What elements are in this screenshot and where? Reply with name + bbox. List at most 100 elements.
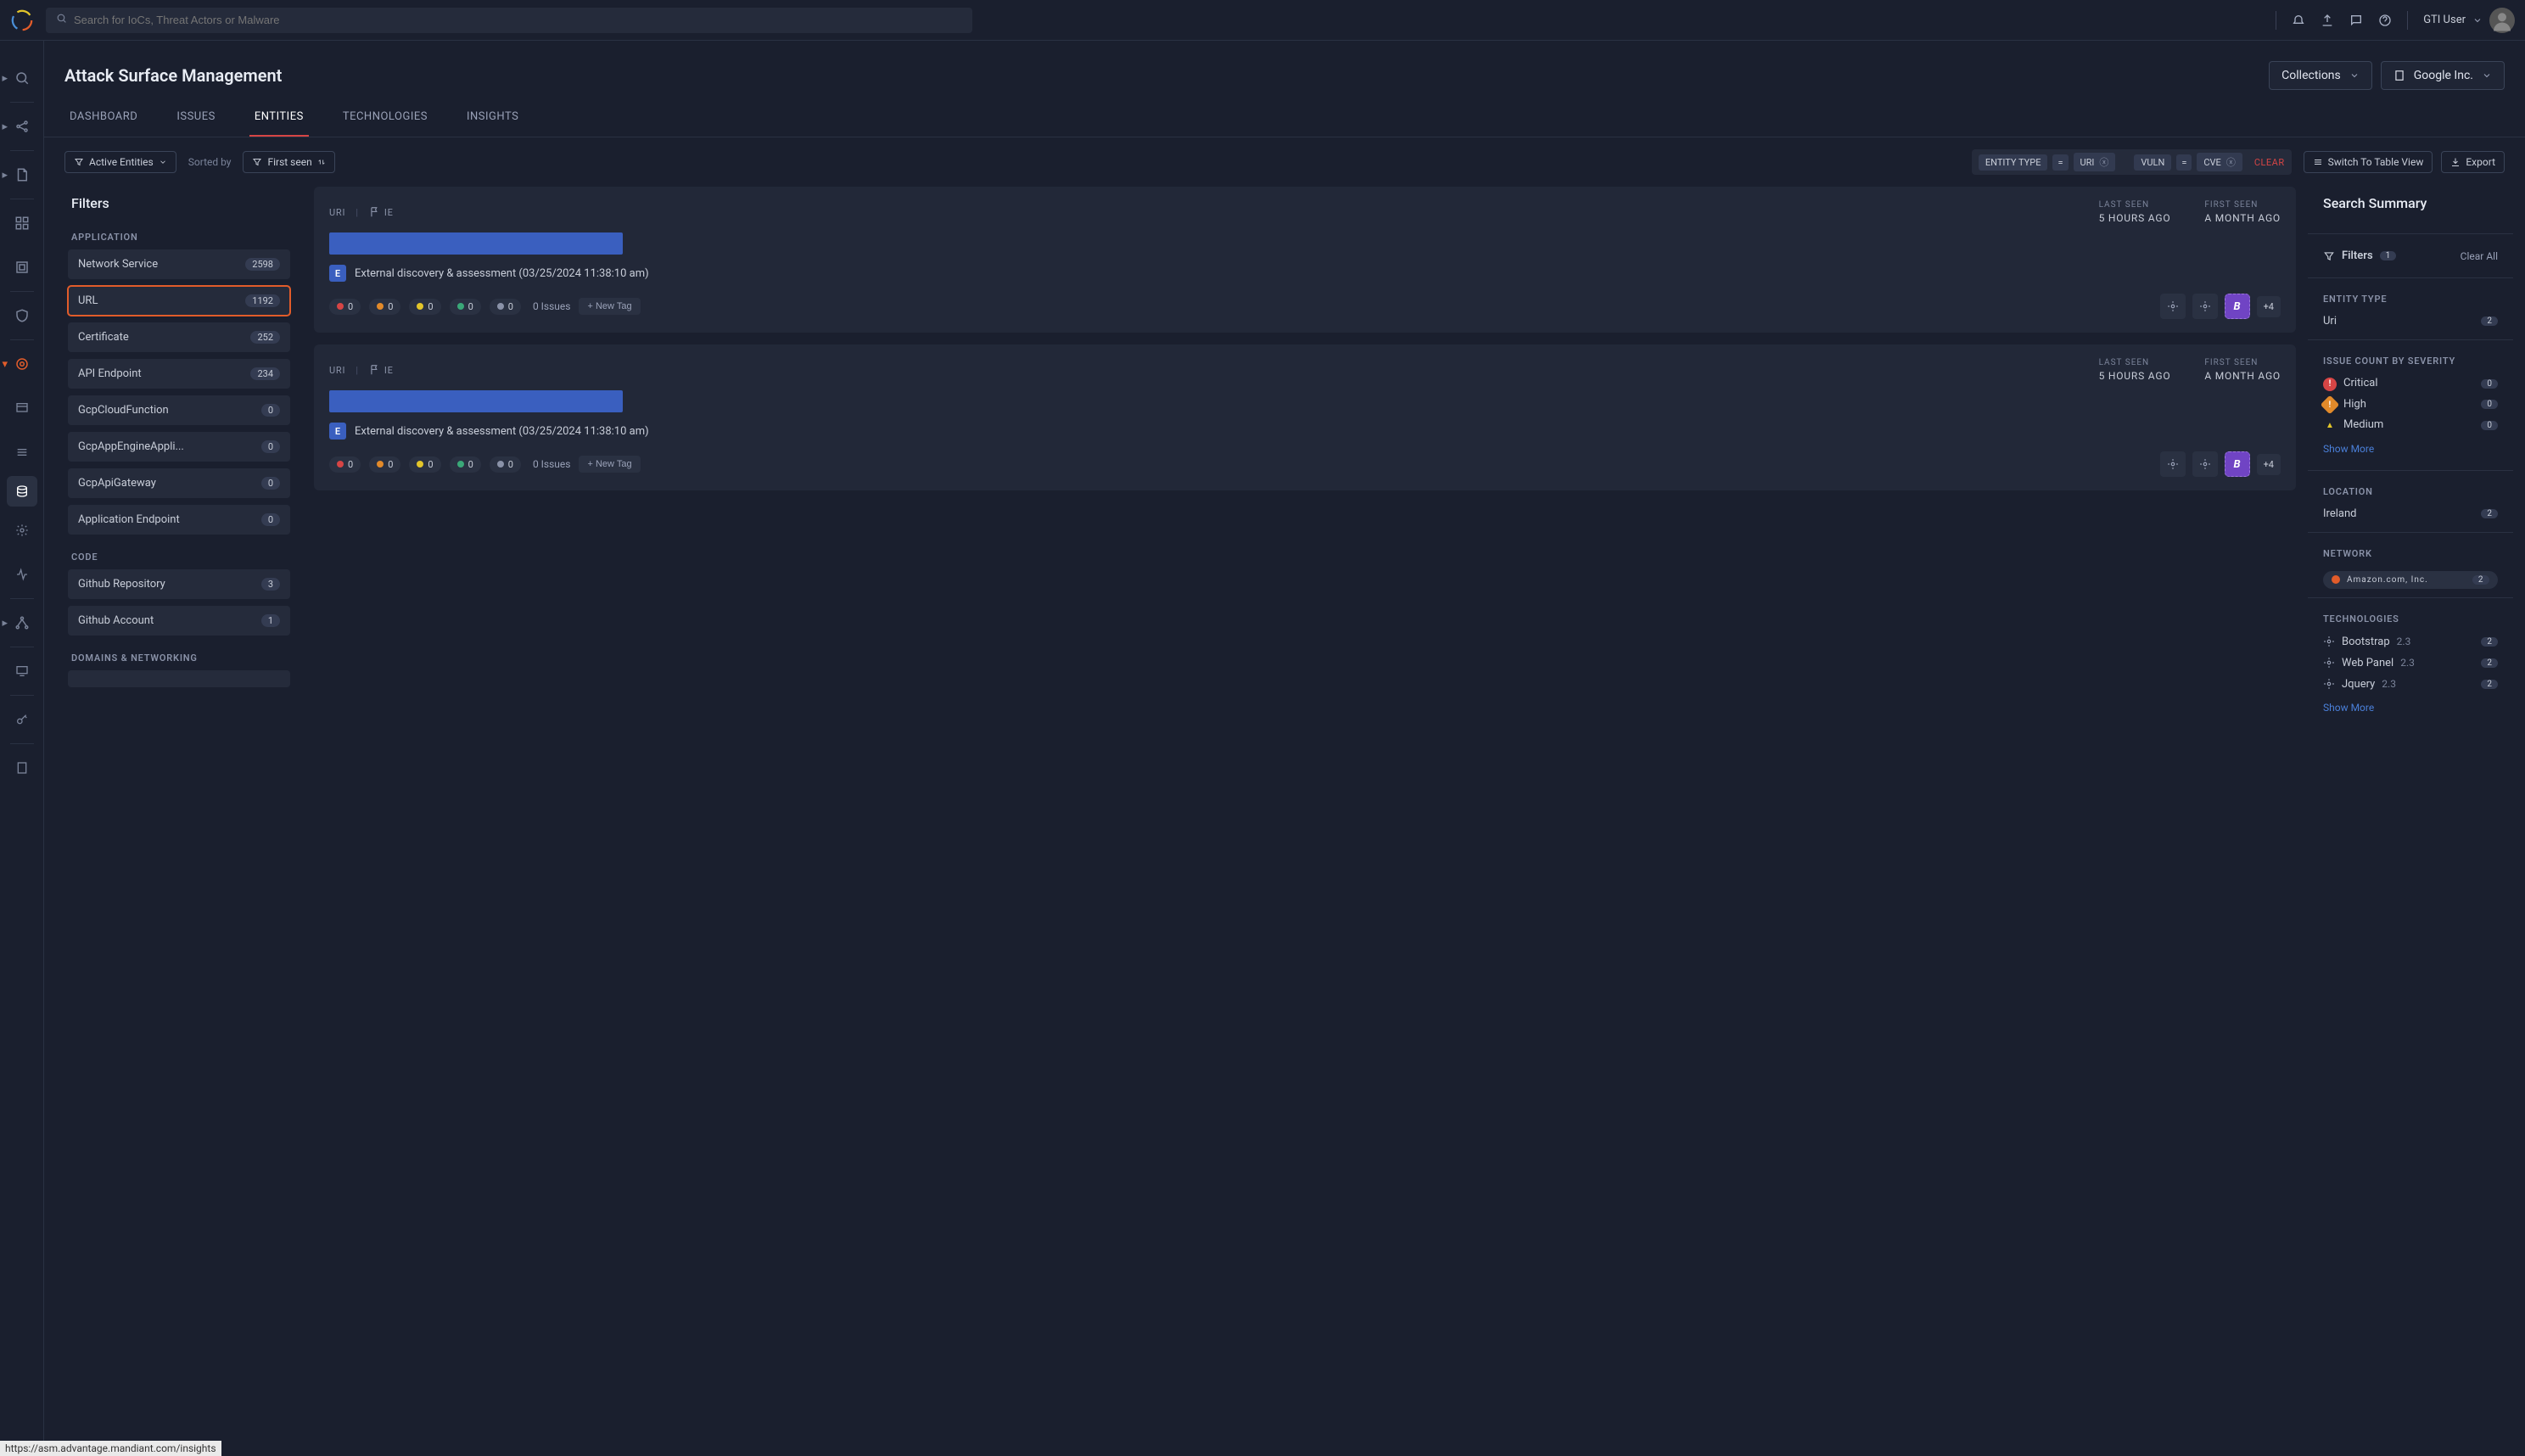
search-input[interactable] bbox=[74, 14, 962, 26]
chip-eq: = bbox=[2176, 154, 2192, 171]
global-search[interactable] bbox=[46, 8, 972, 33]
new-tag-button[interactable]: + New Tag bbox=[579, 298, 640, 315]
rail-item-database[interactable] bbox=[7, 476, 37, 507]
filter-network-service[interactable]: Network Service 2598 bbox=[68, 249, 290, 279]
filter-domains-item[interactable] bbox=[68, 670, 290, 687]
switch-table-view-button[interactable]: Switch To Table View bbox=[2304, 151, 2433, 173]
rail-item-layers[interactable] bbox=[0, 245, 44, 289]
tab-technologies[interactable]: TECHNOLOGIES bbox=[338, 98, 433, 137]
upload-icon[interactable] bbox=[2321, 14, 2334, 27]
filter-gcp-api-gateway[interactable]: GcpApiGateway 0 bbox=[68, 468, 290, 498]
gear-icon bbox=[2323, 657, 2335, 669]
filter-label: GcpApiGateway bbox=[78, 477, 156, 490]
filter-icon bbox=[2323, 250, 2335, 262]
rail-item-docs[interactable]: ▸ bbox=[0, 153, 44, 197]
tech-jquery[interactable]: Jquery 2.3 2 bbox=[2308, 674, 2513, 695]
tech-icon-1[interactable] bbox=[2160, 294, 2186, 319]
filter-label: Github Account bbox=[78, 614, 154, 627]
tech-icon-2[interactable] bbox=[2192, 294, 2218, 319]
rail-item-network[interactable]: ▸ bbox=[0, 601, 44, 645]
page-title: Attack Surface Management bbox=[64, 65, 282, 86]
severity-low: 0 bbox=[450, 456, 481, 473]
notifications-icon[interactable] bbox=[2292, 14, 2305, 27]
bootstrap-badge[interactable]: B bbox=[2225, 294, 2250, 319]
rail-divider bbox=[10, 598, 34, 599]
comment-icon[interactable] bbox=[2349, 14, 2363, 27]
result-card[interactable]: URI | IE LAST SEEN 5 HOURS AGO FIRST SEE… bbox=[314, 187, 2296, 333]
rail-item-list[interactable] bbox=[0, 430, 44, 474]
chip-cve[interactable]: CVEⓧ bbox=[2197, 153, 2242, 171]
collections-label: Collections bbox=[2281, 69, 2341, 82]
medium-icon: ▲ bbox=[2323, 419, 2337, 433]
filter-url[interactable]: URL 1192 bbox=[68, 286, 290, 316]
result-card[interactable]: URI | IE LAST SEEN 5 HOURS AGO FIRST SEE… bbox=[314, 344, 2296, 490]
filter-certificate[interactable]: Certificate 252 bbox=[68, 322, 290, 352]
filter-gcp-cloud-function[interactable]: GcpCloudFunction 0 bbox=[68, 395, 290, 425]
tab-issues[interactable]: ISSUES bbox=[171, 98, 221, 137]
caret-right-icon: ▸ bbox=[3, 72, 8, 85]
org-dropdown[interactable]: Google Inc. bbox=[2381, 61, 2505, 90]
severity-high-row[interactable]: !High 0 bbox=[2308, 395, 2513, 416]
rail-item-search[interactable]: ▸ bbox=[0, 56, 44, 100]
tab-dashboard[interactable]: DASHBOARD bbox=[64, 98, 143, 137]
chip-uri[interactable]: URIⓧ bbox=[2074, 153, 2116, 171]
new-tag-button[interactable]: + New Tag bbox=[579, 456, 640, 473]
severity-medium: 0 bbox=[409, 456, 440, 473]
tech-bootstrap[interactable]: Bootstrap 2.3 2 bbox=[2308, 631, 2513, 652]
tab-insights[interactable]: INSIGHTS bbox=[462, 98, 523, 137]
bootstrap-badge[interactable]: B bbox=[2225, 451, 2250, 477]
chevron-down-icon bbox=[2349, 70, 2360, 81]
collections-dropdown[interactable]: Collections bbox=[2269, 61, 2372, 90]
rail-item-page[interactable] bbox=[0, 746, 44, 790]
severity-medium-row[interactable]: ▲Medium 0 bbox=[2308, 415, 2513, 436]
more-badge[interactable]: +4 bbox=[2257, 454, 2281, 475]
sort-first-seen[interactable]: First seen bbox=[243, 151, 334, 173]
chevron-down-icon bbox=[2482, 70, 2492, 81]
tech-icon-2[interactable] bbox=[2192, 451, 2218, 477]
filter-application-endpoint[interactable]: Application Endpoint 0 bbox=[68, 505, 290, 535]
rail-item-target[interactable]: ▾ bbox=[0, 342, 44, 386]
filter-api-endpoint[interactable]: API Endpoint 234 bbox=[68, 359, 290, 389]
close-icon[interactable]: ⓧ bbox=[2099, 155, 2108, 169]
filter-github-repository[interactable]: Github Repository 3 bbox=[68, 569, 290, 599]
tab-entities[interactable]: ENTITIES bbox=[249, 98, 309, 137]
active-entities-dropdown[interactable]: Active Entities bbox=[64, 151, 176, 173]
severity-critical-row[interactable]: !Critical 0 bbox=[2308, 373, 2513, 395]
tech-icon-1[interactable] bbox=[2160, 451, 2186, 477]
tech-web-panel[interactable]: Web Panel 2.3 2 bbox=[2308, 652, 2513, 674]
filters-count-badge: 1 bbox=[2380, 251, 2397, 260]
user-menu[interactable]: GTI User bbox=[2423, 8, 2515, 33]
network-row[interactable]: Amazon.com, Inc. 2 bbox=[2323, 571, 2498, 589]
avatar[interactable] bbox=[2489, 8, 2515, 33]
help-icon[interactable] bbox=[2378, 14, 2392, 27]
country-flag: IE bbox=[369, 364, 394, 376]
discovery-text: External discovery & assessment (03/25/2… bbox=[355, 425, 649, 438]
user-label: GTI User bbox=[2423, 14, 2466, 26]
rail-item-gear[interactable] bbox=[0, 508, 44, 552]
clear-all-link[interactable]: Clear All bbox=[2461, 250, 2498, 262]
filter-gcp-app-engine[interactable]: GcpAppEngineAppli... 0 bbox=[68, 432, 290, 462]
rail-item-activity[interactable] bbox=[0, 552, 44, 596]
location-row[interactable]: Ireland 2 bbox=[2308, 504, 2513, 524]
show-more-severity[interactable]: Show More bbox=[2308, 436, 2513, 462]
divider bbox=[2407, 11, 2408, 30]
filter-github-account[interactable]: Github Account 1 bbox=[68, 606, 290, 636]
redacted-title bbox=[329, 390, 623, 412]
clear-filters[interactable]: CLEAR bbox=[2254, 157, 2285, 168]
app-logo[interactable] bbox=[10, 8, 34, 32]
rail-item-dashboard[interactable] bbox=[0, 386, 44, 430]
more-badge[interactable]: +4 bbox=[2257, 296, 2281, 317]
separator: | bbox=[356, 365, 359, 376]
close-icon[interactable]: ⓧ bbox=[2226, 155, 2236, 169]
export-button[interactable]: Export bbox=[2441, 151, 2505, 173]
rail-item-grid[interactable] bbox=[0, 201, 44, 245]
severity-count: 0 bbox=[2481, 421, 2498, 430]
rail-item-share[interactable]: ▸ bbox=[0, 104, 44, 148]
rail-item-monitor[interactable] bbox=[0, 649, 44, 693]
tech-name: Bootstrap bbox=[2342, 636, 2390, 648]
entity-type-row[interactable]: Uri 2 bbox=[2308, 311, 2513, 331]
rail-item-shield[interactable] bbox=[0, 294, 44, 338]
show-more-tech[interactable]: Show More bbox=[2308, 695, 2513, 720]
issues-count: 0 Issues bbox=[533, 458, 571, 470]
rail-item-key[interactable] bbox=[0, 697, 44, 742]
